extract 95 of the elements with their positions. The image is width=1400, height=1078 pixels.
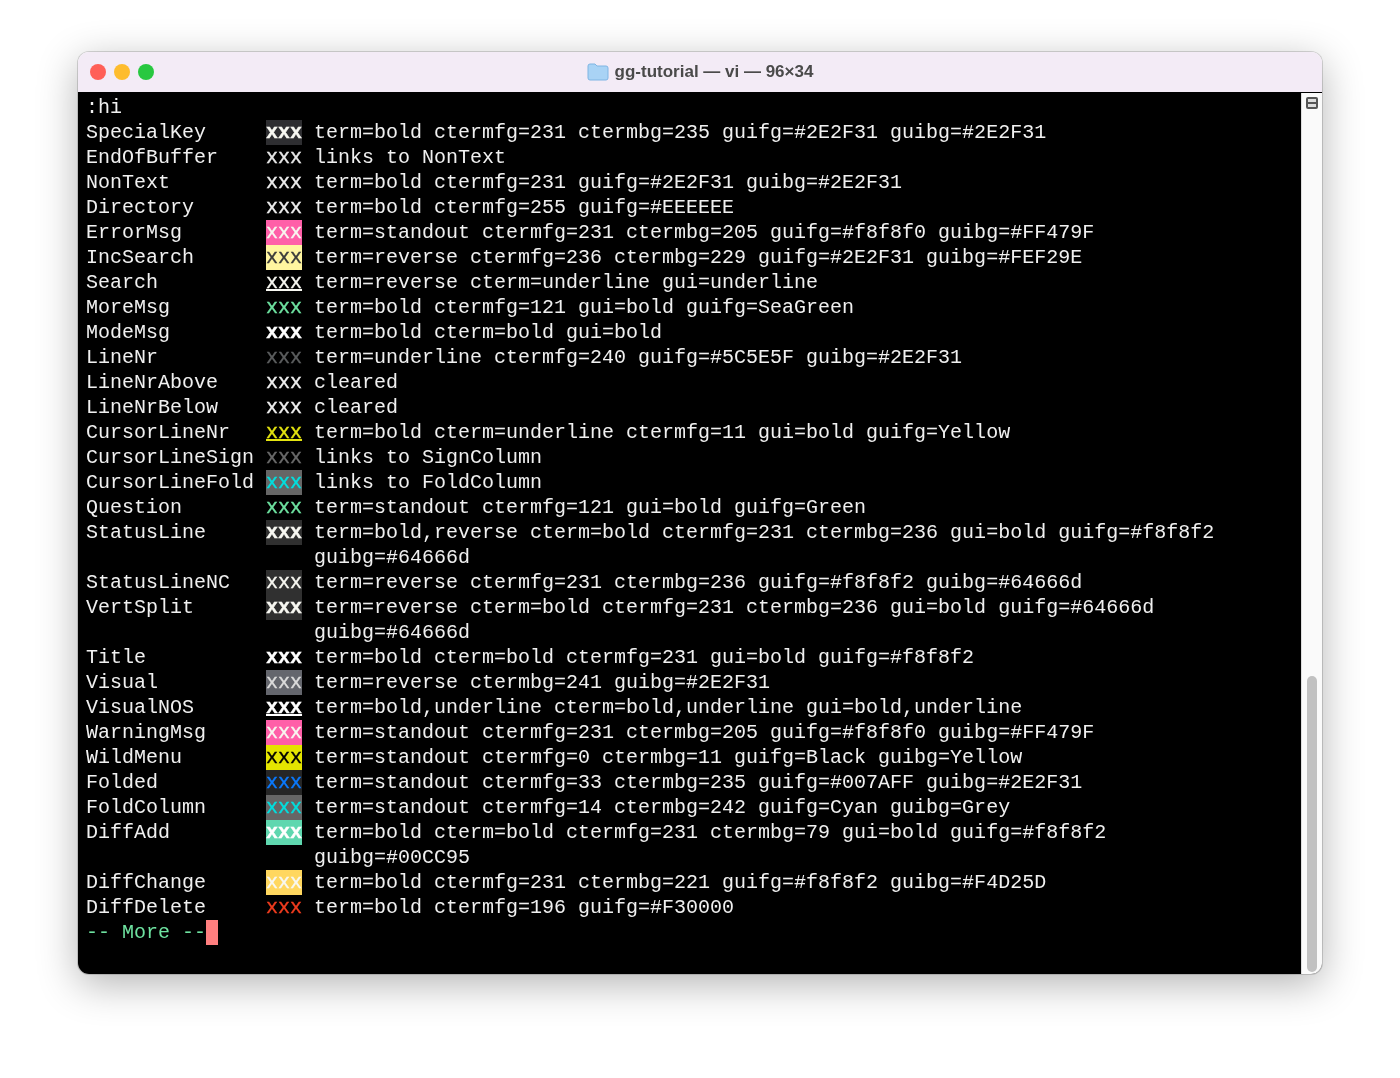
sample-text: xxx [266, 248, 302, 267]
minimize-button[interactable] [114, 64, 130, 80]
sample-text: xxx [266, 373, 302, 392]
sample-text: xxx [266, 423, 302, 442]
scrollbar[interactable] [1301, 93, 1322, 974]
group-name: LineNr [86, 345, 159, 370]
group-name: IncSearch [86, 245, 196, 270]
attribute-text: term=reverse ctermfg=231 ctermbg=236 guifg=#f8f8f2 guibg=#64666d [314, 570, 1084, 595]
sample-text: xxx [266, 473, 302, 492]
sample-text: xxx [266, 523, 302, 542]
group-name: WildMenu [86, 745, 183, 770]
sample-text: xxx [266, 123, 302, 142]
sample-text: xxx [266, 323, 302, 342]
attribute-text: term=bold ctermfg=196 guifg=#F30000 [314, 895, 736, 920]
attribute-text: term=bold ctermfg=255 guifg=#EEEEEE [314, 195, 736, 220]
attribute-text: term=reverse cterm=underline gui=underline [314, 270, 820, 295]
group-name: LineNrAbove [86, 370, 220, 395]
group-name: ErrorMsg [86, 220, 183, 245]
group-name: DiffAdd [86, 820, 171, 846]
group-name: Question [86, 495, 183, 520]
attribute-text: term=standout ctermfg=231 ctermbg=205 guifg=#f8f8f0 guibg=#FF479F [314, 720, 1096, 745]
sample-text: xxx [266, 223, 302, 242]
group-name: VisualNOS [86, 695, 196, 720]
sample-text: xxx [266, 273, 302, 292]
sample-text: xxx [266, 348, 302, 367]
attribute-text: links to SignColumn [314, 445, 544, 470]
attribute-text: term=bold cterm=bold gui=bold [314, 320, 664, 345]
attribute-text: term=bold ctermfg=121 gui=bold guifg=SeaGreen [314, 295, 856, 320]
sample-text: xxx [266, 498, 302, 517]
attribute-text: term=standout ctermfg=0 ctermbg=11 guifg=Black guibg=Yellow [314, 745, 1024, 770]
sample-text: xxx [266, 823, 302, 842]
attribute-text: term=standout ctermfg=231 ctermbg=205 guifg=#f8f8f0 guibg=#FF479F [314, 220, 1096, 245]
group-name: FoldColumn [86, 795, 208, 820]
group-name: EndOfBuffer [86, 145, 220, 170]
sample-text: xxx [266, 798, 302, 817]
close-button[interactable] [90, 64, 106, 80]
sample-text: xxx [266, 648, 302, 667]
window-title: gg-tutorial — vi — 96×34 [614, 62, 814, 82]
group-name: DiffChange [86, 870, 208, 895]
attribute-text: term=standout ctermfg=14 ctermbg=242 guifg=Cyan guibg=Grey [314, 795, 1012, 820]
group-name: SpecialKey [86, 120, 208, 145]
attribute-text: cleared [314, 395, 400, 420]
more-prompt: -- More -- [86, 920, 207, 945]
sample-text: xxx [266, 398, 302, 417]
attribute-text: links to NonText [314, 145, 508, 170]
zoom-button[interactable] [138, 64, 154, 80]
group-name: StatusLineNC [86, 570, 232, 595]
sample-text: xxx [266, 673, 302, 692]
scrollbar-thumb[interactable] [1307, 676, 1317, 972]
attribute-text: term=bold cterm=bold ctermfg=231 gui=bold guifg=#f8f8f2 [314, 645, 976, 670]
group-name: CursorLineNr [86, 420, 232, 445]
sample-text: xxx [266, 873, 302, 892]
group-name: LineNrBelow [86, 395, 220, 420]
group-name: ModeMsg [86, 320, 171, 345]
attribute-text: links to FoldColumn [314, 470, 544, 495]
attribute-text: cleared [314, 370, 400, 395]
group-name: Folded [86, 770, 159, 795]
attribute-text: term=bold cterm=underline ctermfg=11 gui=bold guifg=Yellow [314, 420, 1012, 445]
group-name: NonText [86, 170, 171, 195]
group-name: Title [86, 645, 147, 670]
cursor-block [206, 920, 219, 945]
group-name: Search [86, 270, 159, 295]
group-name: Directory [86, 195, 196, 220]
group-name: StatusLine [86, 520, 208, 546]
group-name: DiffDelete [86, 895, 208, 920]
group-name: VertSplit [86, 595, 196, 621]
attribute-text: term=standout ctermfg=33 ctermbg=235 guifg=#007AFF guibg=#2E2F31 [314, 770, 1084, 795]
sample-text: xxx [266, 298, 302, 317]
sample-text: xxx [266, 148, 302, 167]
group-name: WarningMsg [86, 720, 208, 745]
sample-text: xxx [266, 448, 302, 467]
folder-icon [586, 63, 609, 81]
sample-text: xxx [266, 198, 302, 217]
sample-text: xxx [266, 773, 302, 792]
sample-text: xxx [266, 698, 302, 717]
sample-text: xxx [266, 598, 302, 617]
attribute-text: term=bold ctermfg=231 ctermbg=235 guifg=#2E2F31 guibg=#2E2F31 [314, 120, 1048, 145]
attribute-text: term=standout ctermfg=121 gui=bold guifg=Green [314, 495, 868, 520]
sample-text: xxx [266, 748, 302, 767]
group-name: MoreMsg [86, 295, 171, 320]
group-name: CursorLineFold [86, 470, 256, 495]
group-name: CursorLineSign [86, 445, 256, 470]
sample-text: xxx [266, 898, 302, 917]
sample-text: xxx [266, 573, 302, 592]
attribute-text: term=bold,underline cterm=bold,underline gui=bold,underline [314, 695, 1024, 720]
sample-text: xxx [266, 173, 302, 192]
attribute-text: term=bold ctermfg=231 ctermbg=221 guifg=#f8f8f2 guibg=#F4D25D [314, 870, 1048, 895]
split-view-icon[interactable] [1305, 96, 1319, 110]
attribute-text: term=underline ctermfg=240 guifg=#5C5E5F guibg=#2E2F31 [314, 345, 964, 370]
attribute-text: term=reverse ctermfg=236 ctermbg=229 guifg=#2E2F31 guibg=#FEF29E [314, 245, 1084, 270]
attribute-text: term=reverse ctermbg=241 guibg=#2E2F31 [314, 670, 772, 695]
group-name: Visual [86, 670, 159, 695]
sample-text: xxx [266, 723, 302, 742]
command-text: :hi [86, 96, 122, 119]
attribute-text: term=bold ctermfg=231 guifg=#2E2F31 guibg=#2E2F31 [314, 170, 904, 195]
